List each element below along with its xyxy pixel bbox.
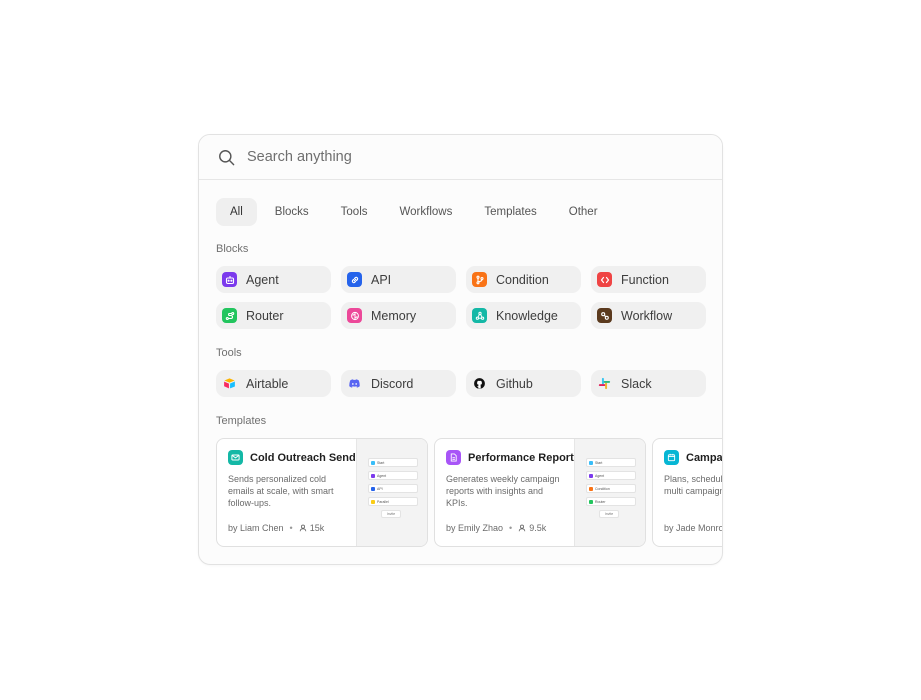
github-icon	[472, 376, 487, 391]
block-knowledge[interactable]: Knowledge	[466, 302, 581, 329]
template-author: by Jade Monroe	[664, 523, 723, 533]
template-card[interactable]: Campaign Scheduler Plans, schedules, lau…	[652, 438, 723, 547]
network-icon	[472, 308, 487, 323]
section-label-templates: Templates	[216, 415, 267, 427]
block-memory[interactable]: Memory	[341, 302, 456, 329]
search-icon	[219, 149, 235, 165]
block-agent[interactable]: Agent	[216, 266, 331, 293]
template-meta: by Jade Monroe	[664, 523, 723, 533]
tool-label: Airtable	[246, 376, 289, 391]
code-icon	[597, 272, 612, 287]
block-label: Knowledge	[496, 308, 558, 323]
filter-tabs: All Blocks Tools Workflows Templates Oth…	[216, 198, 612, 226]
template-description: Generates weekly campaign reports with i…	[446, 474, 560, 508]
template-users: 15k	[309, 523, 325, 533]
tool-slack[interactable]: Slack	[591, 370, 706, 397]
tool-label: Slack	[621, 376, 652, 391]
block-label: Agent	[246, 272, 279, 287]
block-label: Router	[246, 308, 284, 323]
mail-icon	[228, 450, 243, 465]
link-icon	[347, 272, 362, 287]
template-card[interactable]: Performance Reporter Generates weekly ca…	[434, 438, 646, 547]
discord-icon	[347, 376, 362, 391]
block-label: API	[371, 272, 392, 287]
tab-blocks[interactable]: Blocks	[261, 198, 323, 226]
airtable-icon	[222, 376, 237, 391]
tab-all[interactable]: All	[216, 198, 257, 226]
tab-templates[interactable]: Templates	[470, 198, 550, 226]
tab-tools[interactable]: Tools	[327, 198, 382, 226]
blocks-grid: Agent API Condition Function Router Memo…	[216, 266, 706, 329]
tool-label: Discord	[371, 376, 414, 391]
template-preview: Start Agent Condition Router Invite	[574, 439, 645, 546]
document-icon	[446, 450, 461, 465]
tools-grid: Airtable Discord Github Slack	[216, 370, 706, 397]
section-label-tools: Tools	[216, 347, 242, 359]
block-label: Workflow	[621, 308, 673, 323]
template-description: Sends personalized cold emails at scale,…	[228, 474, 334, 508]
block-workflow[interactable]: Workflow	[591, 302, 706, 329]
block-label: Memory	[371, 308, 417, 323]
command-palette: All Blocks Tools Workflows Templates Oth…	[198, 134, 723, 565]
branch-icon	[472, 272, 487, 287]
template-title: Cold Outreach Sender	[250, 451, 356, 464]
template-title: Campaign Scheduler	[686, 451, 723, 464]
template-preview: Start Agent API Parallel Invite	[356, 439, 427, 546]
template-meta: by Liam Chen • 15k	[228, 523, 325, 533]
route-icon	[222, 308, 237, 323]
template-users: 9.5k	[529, 523, 547, 533]
search-bar	[199, 135, 722, 180]
user-icon	[299, 524, 306, 532]
template-meta: by Emily Zhao • 9.5k	[446, 523, 547, 533]
calendar-icon	[664, 450, 679, 465]
robot-icon	[222, 272, 237, 287]
tab-workflows[interactable]: Workflows	[386, 198, 467, 226]
block-function[interactable]: Function	[591, 266, 706, 293]
template-author: by Liam Chen	[228, 523, 284, 533]
user-icon	[518, 524, 526, 532]
tool-label: Github	[496, 376, 533, 391]
slack-icon	[597, 376, 612, 391]
search-input[interactable]	[247, 149, 667, 165]
brain-icon	[347, 308, 362, 323]
block-router[interactable]: Router	[216, 302, 331, 329]
block-label: Condition	[496, 272, 549, 287]
block-condition[interactable]: Condition	[466, 266, 581, 293]
preview-button: Invite	[381, 510, 401, 518]
template-card[interactable]: Cold Outreach Sender Sends personalized …	[216, 438, 428, 547]
tool-discord[interactable]: Discord	[341, 370, 456, 397]
block-api[interactable]: API	[341, 266, 456, 293]
section-label-blocks: Blocks	[216, 243, 249, 255]
tool-github[interactable]: Github	[466, 370, 581, 397]
preview-button: Invite	[599, 510, 619, 518]
block-label: Function	[621, 272, 669, 287]
tool-airtable[interactable]: Airtable	[216, 370, 331, 397]
tab-other[interactable]: Other	[555, 198, 612, 226]
template-title: Performance Reporter	[468, 451, 574, 464]
template-author: by Emily Zhao	[446, 523, 504, 533]
workflow-icon	[597, 308, 612, 323]
template-description: Plans, schedules, launches multi campaig…	[664, 474, 723, 496]
templates-row: Cold Outreach Sender Sends personalized …	[216, 438, 723, 547]
